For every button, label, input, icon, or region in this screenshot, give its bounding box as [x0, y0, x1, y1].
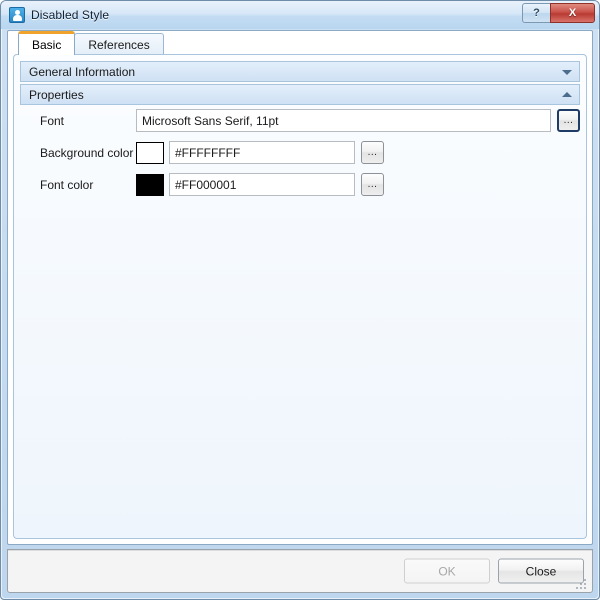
resize-grip[interactable]: [576, 577, 589, 590]
font-input[interactable]: Microsoft Sans Serif, 11pt: [136, 109, 551, 132]
form-row-font-color: Font color #FF000001 ...: [20, 170, 580, 199]
font-color-swatch[interactable]: [136, 173, 164, 196]
background-color-browse-button[interactable]: ...: [361, 141, 384, 164]
font-color-input[interactable]: #FF000001: [169, 173, 355, 196]
font-browse-button[interactable]: ...: [557, 109, 580, 132]
section-header-general-information[interactable]: General Information: [20, 61, 580, 82]
tab-references-label: References: [88, 37, 150, 52]
form-row-background-color: Background color #FFFFFFFF ...: [20, 138, 580, 167]
footer-separator: [8, 550, 592, 551]
font-color-browse-button[interactable]: ...: [361, 173, 384, 196]
font-label: Font: [40, 113, 65, 128]
tab-basic-label: Basic: [32, 37, 62, 52]
dialog-content: Basic References General Information Pro…: [7, 30, 593, 545]
background-color-label: Background color: [40, 145, 134, 160]
dialog-footer: OK Close: [7, 549, 593, 593]
tab-basic[interactable]: Basic: [18, 31, 76, 55]
close-window-button[interactable]: X: [550, 3, 595, 23]
app-icon: [9, 7, 25, 23]
background-color-swatch[interactable]: [136, 141, 164, 164]
title-bar: Disabled Style ? X: [1, 1, 599, 29]
window-title: Disabled Style: [31, 8, 110, 22]
chevron-up-icon: [562, 91, 572, 97]
properties-form: Font Microsoft Sans Serif, 11pt ... Back…: [20, 106, 580, 202]
background-color-input[interactable]: #FFFFFFFF: [169, 141, 355, 164]
section-header-properties[interactable]: Properties: [20, 84, 580, 105]
footer-buttons: OK Close: [404, 558, 584, 584]
help-button[interactable]: ?: [522, 3, 550, 23]
tab-strip: Basic References: [8, 31, 592, 55]
ok-button[interactable]: OK: [404, 558, 490, 584]
window-controls: ? X: [522, 3, 595, 23]
tab-panel-basic: General Information Properties Font Micr…: [13, 54, 587, 539]
section-properties-label: Properties: [29, 87, 84, 102]
chevron-down-icon: [562, 69, 572, 75]
close-button[interactable]: Close: [498, 558, 584, 584]
font-color-label: Font color: [40, 177, 94, 192]
dialog-window: Disabled Style ? X Basic References Gene…: [0, 0, 600, 600]
form-row-font: Font Microsoft Sans Serif, 11pt ...: [20, 106, 580, 135]
tab-references[interactable]: References: [74, 33, 164, 55]
section-general-information-label: General Information: [29, 64, 136, 79]
